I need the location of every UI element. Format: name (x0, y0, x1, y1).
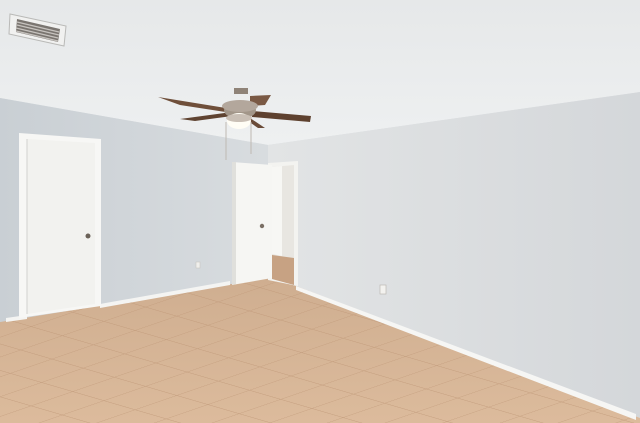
door-handle-icon (259, 223, 265, 229)
room-scene (0, 0, 640, 423)
outlet-icon (379, 284, 387, 295)
outlet-icon (195, 261, 201, 269)
open-doorway (268, 161, 298, 286)
door-knob-icon (85, 233, 91, 239)
open-door (232, 162, 272, 285)
closet-door (19, 133, 101, 318)
